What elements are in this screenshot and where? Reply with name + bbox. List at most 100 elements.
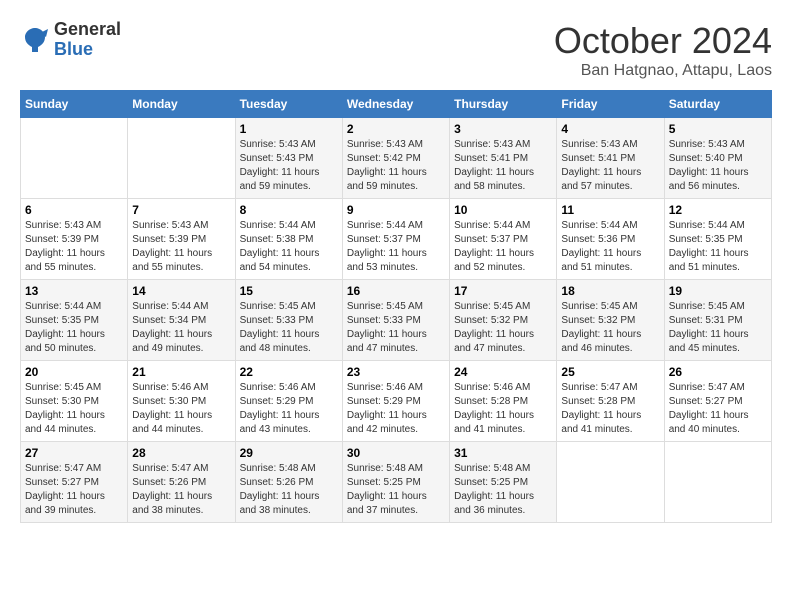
day-info: Sunrise: 5:48 AM Sunset: 5:25 PM Dayligh… xyxy=(347,462,445,518)
day-info: Sunrise: 5:44 AM Sunset: 5:36 PM Dayligh… xyxy=(561,219,659,275)
calendar-week-row: 13 Sunrise: 5:44 AM Sunset: 5:35 PM Dayli… xyxy=(21,280,772,361)
day-info: Sunrise: 5:43 AM Sunset: 5:43 PM Dayligh… xyxy=(240,138,338,194)
day-number: 13 xyxy=(25,284,123,298)
calendar-cell xyxy=(128,118,235,199)
calendar-cell: 28Sunrise: 5:47 AM Sunset: 5:26 PM Dayli… xyxy=(128,442,235,523)
calendar-cell: 24 Sunrise: 5:46 AM Sunset: 5:28 PM Dayli… xyxy=(450,361,557,442)
day-info: Sunrise: 5:46 AM Sunset: 5:28 PM Dayligh… xyxy=(454,381,552,437)
day-info: Sunrise: 5:44 AM Sunset: 5:35 PM Dayligh… xyxy=(25,300,123,356)
calendar-cell: 3Sunrise: 5:43 AM Sunset: 5:41 PM Daylig… xyxy=(450,118,557,199)
calendar-cell: 8 Sunrise: 5:44 AM Sunset: 5:38 PM Daylig… xyxy=(235,199,342,280)
day-number: 30 xyxy=(347,446,445,460)
day-header-saturday: Saturday xyxy=(664,91,771,118)
day-number: 5 xyxy=(669,122,767,136)
day-number: 8 xyxy=(240,203,338,217)
day-info: Sunrise: 5:44 AM Sunset: 5:35 PM Dayligh… xyxy=(669,219,767,275)
day-number: 3 xyxy=(454,122,552,136)
day-number: 18 xyxy=(561,284,659,298)
day-info: Sunrise: 5:48 AM Sunset: 5:25 PM Dayligh… xyxy=(454,462,552,518)
day-number: 29 xyxy=(240,446,338,460)
calendar-cell: 26 Sunrise: 5:47 AM Sunset: 5:27 PM Dayli… xyxy=(664,361,771,442)
day-number: 17 xyxy=(454,284,552,298)
day-header-tuesday: Tuesday xyxy=(235,91,342,118)
day-number: 11 xyxy=(561,203,659,217)
calendar-cell: 27 Sunrise: 5:47 AM Sunset: 5:27 PM Dayli… xyxy=(21,442,128,523)
calendar-cell xyxy=(21,118,128,199)
calendar-cell: 4 Sunrise: 5:43 AM Sunset: 5:41 PM Daylig… xyxy=(557,118,664,199)
calendar-cell: 30 Sunrise: 5:48 AM Sunset: 5:25 PM Dayli… xyxy=(342,442,449,523)
day-number: 9 xyxy=(347,203,445,217)
day-info: Sunrise: 5:46 AM Sunset: 5:30 PM Dayligh… xyxy=(132,381,230,437)
title-area: October 2024 Ban Hatgnao, Attapu, Laos xyxy=(554,20,772,80)
day-number: 22 xyxy=(240,365,338,379)
day-number: 26 xyxy=(669,365,767,379)
calendar-cell: 12 Sunrise: 5:44 AM Sunset: 5:35 PM Dayli… xyxy=(664,199,771,280)
day-info: Sunrise: 5:45 AM Sunset: 5:32 PM Dayligh… xyxy=(454,300,552,356)
calendar-cell: 25 Sunrise: 5:47 AM Sunset: 5:28 PM Dayli… xyxy=(557,361,664,442)
day-info: Sunrise: 5:47 AM Sunset: 5:28 PM Dayligh… xyxy=(561,381,659,437)
calendar-week-row: 27 Sunrise: 5:47 AM Sunset: 5:27 PM Dayli… xyxy=(21,442,772,523)
logo-icon xyxy=(20,25,50,55)
calendar-cell: 13 Sunrise: 5:44 AM Sunset: 5:35 PM Dayli… xyxy=(21,280,128,361)
day-number: 12 xyxy=(669,203,767,217)
calendar-week-row: 20Sunrise: 5:45 AM Sunset: 5:30 PM Dayli… xyxy=(21,361,772,442)
calendar-cell: 14Sunrise: 5:44 AM Sunset: 5:34 PM Dayli… xyxy=(128,280,235,361)
header: General Blue October 2024 Ban Hatgnao, A… xyxy=(20,20,772,80)
calendar-cell: 29Sunrise: 5:48 AM Sunset: 5:26 PM Dayli… xyxy=(235,442,342,523)
day-number: 27 xyxy=(25,446,123,460)
calendar-cell: 21Sunrise: 5:46 AM Sunset: 5:30 PM Dayli… xyxy=(128,361,235,442)
calendar-cell: 15 Sunrise: 5:45 AM Sunset: 5:33 PM Dayli… xyxy=(235,280,342,361)
day-info: Sunrise: 5:45 AM Sunset: 5:32 PM Dayligh… xyxy=(561,300,659,356)
day-header-friday: Friday xyxy=(557,91,664,118)
day-info: Sunrise: 5:43 AM Sunset: 5:39 PM Dayligh… xyxy=(132,219,230,275)
logo-blue-text: Blue xyxy=(54,40,121,60)
day-number: 31 xyxy=(454,446,552,460)
day-info: Sunrise: 5:47 AM Sunset: 5:27 PM Dayligh… xyxy=(669,381,767,437)
day-number: 25 xyxy=(561,365,659,379)
calendar-cell: 16 Sunrise: 5:45 AM Sunset: 5:33 PM Dayli… xyxy=(342,280,449,361)
calendar-cell: 7 Sunrise: 5:43 AM Sunset: 5:39 PM Daylig… xyxy=(128,199,235,280)
day-number: 20 xyxy=(25,365,123,379)
day-number: 4 xyxy=(561,122,659,136)
day-header-wednesday: Wednesday xyxy=(342,91,449,118)
day-number: 2 xyxy=(347,122,445,136)
calendar-cell: 22 Sunrise: 5:46 AM Sunset: 5:29 PM Dayli… xyxy=(235,361,342,442)
day-info: Sunrise: 5:47 AM Sunset: 5:27 PM Dayligh… xyxy=(25,462,123,518)
day-number: 7 xyxy=(132,203,230,217)
calendar-cell: 23 Sunrise: 5:46 AM Sunset: 5:29 PM Dayli… xyxy=(342,361,449,442)
day-info: Sunrise: 5:46 AM Sunset: 5:29 PM Dayligh… xyxy=(347,381,445,437)
day-header-thursday: Thursday xyxy=(450,91,557,118)
day-number: 10 xyxy=(454,203,552,217)
day-number: 16 xyxy=(347,284,445,298)
calendar-cell: 17 Sunrise: 5:45 AM Sunset: 5:32 PM Dayli… xyxy=(450,280,557,361)
calendar-header-row: SundayMondayTuesdayWednesdayThursdayFrid… xyxy=(21,91,772,118)
day-info: Sunrise: 5:46 AM Sunset: 5:29 PM Dayligh… xyxy=(240,381,338,437)
logo-general-text: General xyxy=(54,20,121,40)
day-header-monday: Monday xyxy=(128,91,235,118)
calendar-cell: 18 Sunrise: 5:45 AM Sunset: 5:32 PM Dayli… xyxy=(557,280,664,361)
day-info: Sunrise: 5:44 AM Sunset: 5:37 PM Dayligh… xyxy=(347,219,445,275)
day-info: Sunrise: 5:44 AM Sunset: 5:37 PM Dayligh… xyxy=(454,219,552,275)
day-number: 24 xyxy=(454,365,552,379)
calendar-cell xyxy=(557,442,664,523)
day-number: 19 xyxy=(669,284,767,298)
day-number: 15 xyxy=(240,284,338,298)
day-number: 1 xyxy=(240,122,338,136)
day-info: Sunrise: 5:47 AM Sunset: 5:26 PM Dayligh… xyxy=(132,462,230,518)
calendar-cell: 19Sunrise: 5:45 AM Sunset: 5:31 PM Dayli… xyxy=(664,280,771,361)
calendar-cell: 11 Sunrise: 5:44 AM Sunset: 5:36 PM Dayli… xyxy=(557,199,664,280)
day-info: Sunrise: 5:45 AM Sunset: 5:33 PM Dayligh… xyxy=(240,300,338,356)
day-number: 23 xyxy=(347,365,445,379)
calendar-cell: 31 Sunrise: 5:48 AM Sunset: 5:25 PM Dayli… xyxy=(450,442,557,523)
day-info: Sunrise: 5:45 AM Sunset: 5:33 PM Dayligh… xyxy=(347,300,445,356)
calendar-cell: 1 Sunrise: 5:43 AM Sunset: 5:43 PM Daylig… xyxy=(235,118,342,199)
logo-text: General Blue xyxy=(54,20,121,60)
day-info: Sunrise: 5:44 AM Sunset: 5:34 PM Dayligh… xyxy=(132,300,230,356)
day-info: Sunrise: 5:44 AM Sunset: 5:38 PM Dayligh… xyxy=(240,219,338,275)
calendar-cell: 9 Sunrise: 5:44 AM Sunset: 5:37 PM Daylig… xyxy=(342,199,449,280)
month-title: October 2024 xyxy=(554,20,772,62)
day-number: 6 xyxy=(25,203,123,217)
calendar-cell: 10 Sunrise: 5:44 AM Sunset: 5:37 PM Dayli… xyxy=(450,199,557,280)
day-info: Sunrise: 5:43 AM Sunset: 5:41 PM Dayligh… xyxy=(561,138,659,194)
calendar-week-row: 6 Sunrise: 5:43 AM Sunset: 5:39 PM Daylig… xyxy=(21,199,772,280)
